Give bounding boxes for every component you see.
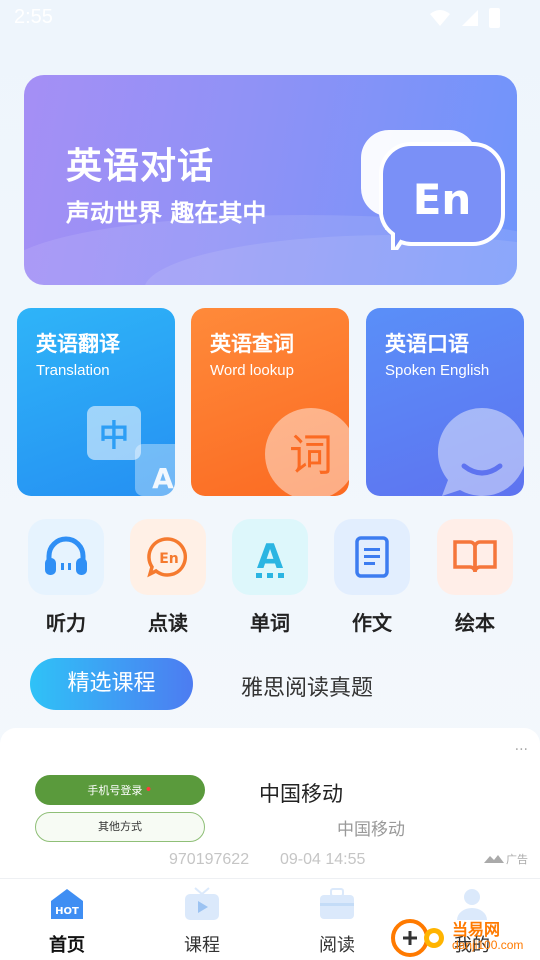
tool-label: 听力 bbox=[46, 611, 86, 635]
signal-icon bbox=[462, 10, 478, 26]
dictionary-search-icon: 词 bbox=[265, 408, 349, 496]
ad-logo-icon bbox=[484, 855, 504, 863]
wifi-icon bbox=[430, 10, 450, 26]
banner-icon-text: En bbox=[413, 175, 472, 224]
briefcase-icon bbox=[320, 888, 354, 919]
nav-courses[interactable]: 课程 bbox=[162, 887, 242, 957]
nav-home[interactable]: HOT 首页 bbox=[27, 887, 107, 957]
tab-featured-courses[interactable]: 精选课程 bbox=[30, 658, 193, 710]
battery-icon bbox=[489, 8, 500, 28]
card-subtitle: Translation bbox=[36, 362, 110, 379]
tool-icon-box bbox=[334, 519, 410, 595]
tab-ielts-reading[interactable]: 雅思阅读真题 bbox=[241, 670, 373, 702]
card-spoken-english[interactable]: 英语口语 Spoken English bbox=[366, 308, 524, 496]
watermark-title: 当易网 bbox=[452, 920, 501, 939]
translate-icon: 中 A bbox=[87, 406, 175, 496]
ad-more-button[interactable]: ··· bbox=[515, 742, 528, 758]
tool-words[interactable]: A 单词 bbox=[232, 519, 308, 636]
en-glyph: En bbox=[159, 551, 179, 567]
card-title: 英语口语 bbox=[385, 332, 469, 356]
nav-label: 首页 bbox=[49, 935, 85, 956]
ad-title: 中国移动 bbox=[259, 782, 343, 806]
translate-glyph-zh: 中 bbox=[99, 419, 129, 454]
tool-label: 作文 bbox=[352, 611, 392, 635]
tool-icon-box: En bbox=[130, 519, 206, 595]
phone-login-label: 手机号登录 bbox=[87, 784, 143, 797]
tool-icon-box bbox=[437, 519, 513, 595]
status-bar: 2:55 bbox=[0, 0, 540, 36]
nav-label: 阅读 bbox=[319, 935, 355, 956]
english-dialog-banner[interactable]: 英语对话 声动世界 趣在其中 En bbox=[24, 75, 517, 285]
card-translation[interactable]: 英语翻译 Translation 中 A bbox=[17, 308, 175, 496]
en-bubble-icon: En bbox=[147, 537, 188, 578]
card-subtitle: Word lookup bbox=[210, 362, 294, 379]
red-dot-icon: • bbox=[144, 782, 153, 798]
book-icon bbox=[453, 540, 497, 573]
card-title: 英语翻译 bbox=[36, 332, 120, 356]
nav-reading[interactable]: 阅读 bbox=[297, 887, 377, 957]
watermark-logo-icon bbox=[391, 919, 444, 957]
a-glyph: A bbox=[257, 537, 284, 577]
hot-badge: HOT bbox=[55, 906, 79, 917]
translate-glyph-a: A bbox=[152, 462, 174, 495]
watermark-url: danji100.com bbox=[452, 938, 524, 952]
banner-title: 英语对话 bbox=[66, 146, 215, 187]
tool-label: 绘本 bbox=[455, 611, 495, 635]
ad-timestamp: 09-04 14:55 bbox=[280, 851, 366, 868]
lookup-glyph: 词 bbox=[289, 430, 333, 481]
ad-label-text: 广告 bbox=[506, 853, 528, 866]
ad-label: 广告 bbox=[484, 851, 528, 867]
headphones-icon bbox=[45, 536, 87, 575]
tool-composition[interactable]: 作文 bbox=[334, 519, 410, 636]
banner-subtitle: 声动世界 趣在其中 bbox=[66, 199, 267, 227]
nav-label: 课程 bbox=[184, 935, 220, 956]
tool-icon-box: A bbox=[232, 519, 308, 595]
site-watermark: 当易网 danji100.com bbox=[390, 912, 540, 960]
chat-bubble-icon bbox=[437, 407, 524, 496]
status-icons bbox=[429, 8, 500, 28]
speech-bubbles-icon: En bbox=[360, 130, 505, 250]
tool-icon-box bbox=[28, 519, 104, 595]
status-time: 2:55 bbox=[14, 6, 53, 28]
letter-a-icon: A bbox=[256, 537, 284, 578]
card-title: 英语查词 bbox=[210, 332, 294, 356]
document-icon bbox=[355, 536, 389, 578]
other-method-button[interactable]: 其他方式 bbox=[35, 812, 205, 842]
tool-point-read[interactable]: En 点读 bbox=[130, 519, 206, 636]
card-word-lookup[interactable]: 英语查词 Word lookup 词 bbox=[191, 308, 349, 496]
ad-subtitle: 中国移动 bbox=[337, 820, 405, 840]
tool-listening[interactable]: 听力 bbox=[28, 519, 104, 636]
phone-login-button[interactable]: 手机号登录 • bbox=[35, 775, 205, 805]
tool-label: 单词 bbox=[250, 611, 290, 635]
card-subtitle: Spoken English bbox=[385, 362, 490, 379]
tool-picture-book[interactable]: 绘本 bbox=[437, 519, 513, 636]
ad-number: 970197622 bbox=[169, 851, 250, 868]
tv-play-icon bbox=[185, 887, 219, 920]
tool-label: 点读 bbox=[148, 611, 188, 635]
hot-home-icon: HOT bbox=[51, 889, 83, 919]
